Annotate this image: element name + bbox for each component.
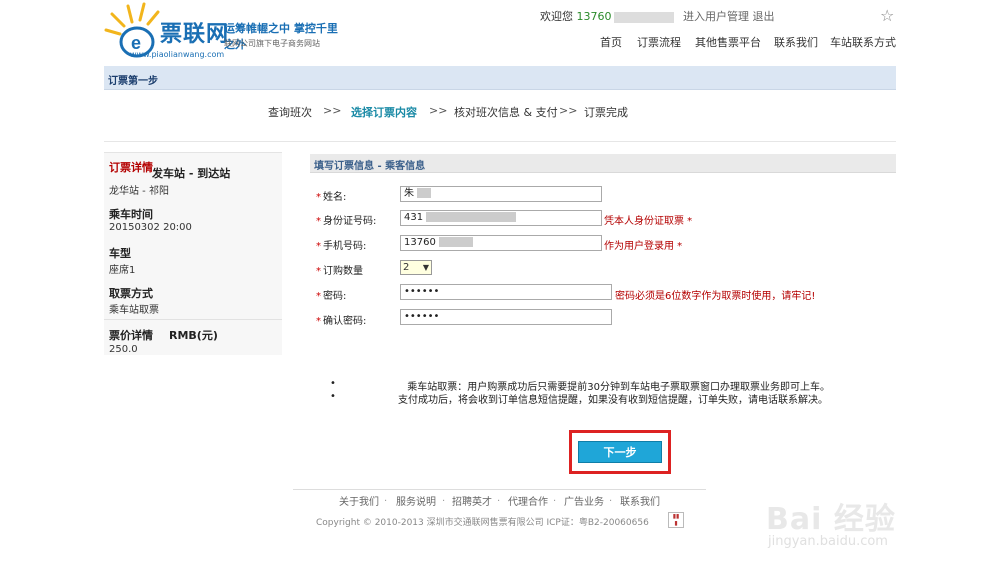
phone-label: * 手机号码: bbox=[316, 241, 367, 252]
quantity-label: * 订购数量 bbox=[316, 266, 363, 277]
quantity-select[interactable]: 2 ▼ bbox=[400, 260, 432, 275]
divider bbox=[104, 141, 896, 142]
footer-link-service[interactable]: 服务说明 bbox=[396, 493, 436, 508]
route-value: 龙华站 - 祁阳 bbox=[109, 186, 169, 197]
pickup-label: 取票方式 bbox=[109, 287, 153, 300]
star-icon[interactable]: ☆ bbox=[880, 6, 894, 25]
type-label: 车型 bbox=[109, 247, 131, 260]
list-item: • 支付成功后，将会收到订单信息短信提醒，如果没有收到短信提醒，订单失败，请电话联… bbox=[330, 391, 828, 406]
form-title: 填写订票信息 - 乘客信息 bbox=[314, 161, 426, 172]
footer-separator: . bbox=[384, 493, 388, 504]
welcome-text: 欢迎您 bbox=[540, 10, 573, 23]
footer-link-contact[interactable]: 联系我们 bbox=[620, 493, 660, 508]
footer-link-ads[interactable]: 广告业务 bbox=[564, 493, 604, 508]
pickup-value: 乘车站取票 bbox=[109, 305, 159, 316]
icp-badge-icon[interactable]: ▮▮ ▮ bbox=[668, 512, 684, 528]
progress-step-query: 查询班次 bbox=[268, 106, 312, 119]
notes-list: • 乘车站取票：用户购票成功后只需要提前30分钟到车站电子票取票窗口办理取票业务即… bbox=[330, 378, 896, 406]
price-label: 票价详情 bbox=[109, 329, 153, 342]
nav-order-process[interactable]: 订票流程 bbox=[637, 34, 681, 50]
footer-link-jobs[interactable]: 招聘英才 bbox=[452, 493, 492, 508]
progress-separator: >> bbox=[429, 104, 448, 117]
brand-subtitle: 联网公司旗下电子商务网站 bbox=[224, 39, 320, 48]
footer-link-about[interactable]: 关于我们 bbox=[339, 493, 379, 508]
dropdown-arrow-icon: ▼ bbox=[422, 263, 429, 272]
name-label: * 姓名: bbox=[316, 192, 347, 203]
id-number-label: * 身份证号码: bbox=[316, 216, 377, 227]
masked-text bbox=[438, 237, 473, 247]
progress-step-complete: 订票完成 bbox=[584, 106, 628, 119]
nav-contact-us[interactable]: 联系我们 bbox=[774, 34, 818, 50]
time-label: 乘车时间 bbox=[109, 208, 153, 221]
nav-other-platforms[interactable]: 其他售票平台 bbox=[695, 34, 761, 50]
id-number-input[interactable]: 431 bbox=[400, 210, 602, 226]
progress-separator: >> bbox=[559, 104, 578, 117]
footer-divider bbox=[293, 489, 706, 490]
masked-text bbox=[613, 11, 674, 23]
masked-text bbox=[426, 212, 517, 222]
footer-separator: . bbox=[553, 493, 557, 504]
list-item: • 乘车站取票：用户购票成功后只需要提前30分钟到车站电子票取票窗口办理取票业务即… bbox=[330, 378, 830, 393]
id-number-hint: 凭本人身份证取票 * bbox=[604, 216, 693, 227]
phone-input[interactable]: 13760 bbox=[400, 235, 602, 251]
order-detail-panel: 订票详情 发车站 - 到达站 龙华站 - 祁阳 乘车时间 20150302 20… bbox=[104, 152, 282, 355]
footer-separator: . bbox=[497, 493, 501, 504]
logout-link[interactable]: 退出 bbox=[753, 10, 775, 23]
progress-step-select: 选择订票内容 bbox=[351, 106, 417, 119]
footer-link-agency[interactable]: 代理合作 bbox=[508, 493, 548, 508]
user-center-link[interactable]: 进入用户管理 bbox=[683, 10, 749, 23]
footer-separator: . bbox=[609, 493, 613, 504]
watermark-logo: Bai 经验 bbox=[766, 502, 896, 537]
price-unit: RMB(元) bbox=[169, 329, 218, 342]
password-input[interactable]: •••••• bbox=[400, 284, 612, 300]
site-logo[interactable]: e 票联网 运筹帷幄之中 掌控千里之外 联网公司旗下电子商务网站 www.pia… bbox=[104, 0, 344, 66]
brand-url: www.piaolianwang.com bbox=[130, 50, 225, 59]
confirm-password-label: * 确认密码: bbox=[316, 316, 367, 327]
form-section-header: 填写订票信息 - 乘客信息 bbox=[310, 154, 896, 173]
masked-text bbox=[417, 188, 431, 198]
user-phone: 13760 bbox=[576, 10, 612, 23]
progress-separator: >> bbox=[323, 104, 342, 117]
progress-step-verify-pay: 核对班次信息 & 支付 bbox=[454, 106, 558, 119]
watermark-url: jingyan.baidu.com bbox=[768, 534, 888, 549]
divider bbox=[104, 319, 282, 320]
route-label: 发车站 - 到达站 bbox=[152, 167, 231, 180]
time-value: 20150302 20:00 bbox=[109, 222, 192, 233]
password-label: * 密码: bbox=[316, 291, 347, 302]
price-value: 250.0 bbox=[109, 344, 138, 355]
footer-separator: . bbox=[442, 493, 446, 504]
step-title-bar: 订票第一步 bbox=[104, 66, 896, 90]
brand-name: 票联网 bbox=[160, 22, 230, 47]
nav-station-contacts[interactable]: 车站联系方式 bbox=[830, 34, 896, 50]
order-detail-title: 订票详情 bbox=[109, 161, 153, 174]
step-title: 订票第一步 bbox=[108, 76, 158, 87]
password-hint: 密码必须是6位数字作为取票时使用，请牢记! bbox=[615, 291, 816, 302]
next-step-button[interactable]: 下一步 bbox=[578, 441, 662, 463]
type-value: 座席1 bbox=[109, 265, 136, 276]
name-input[interactable]: 朱 bbox=[400, 186, 602, 202]
nav-home[interactable]: 首页 bbox=[600, 34, 622, 50]
phone-hint: 作为用户登录用 * bbox=[604, 241, 683, 252]
welcome-bar: 欢迎您 13760 进入用户管理 退出 bbox=[540, 8, 775, 24]
confirm-password-input[interactable]: •••••• bbox=[400, 309, 612, 325]
copyright-text: Copyright © 2010-2013 深圳市交通联网售票有限公司 ICP证… bbox=[316, 518, 649, 528]
